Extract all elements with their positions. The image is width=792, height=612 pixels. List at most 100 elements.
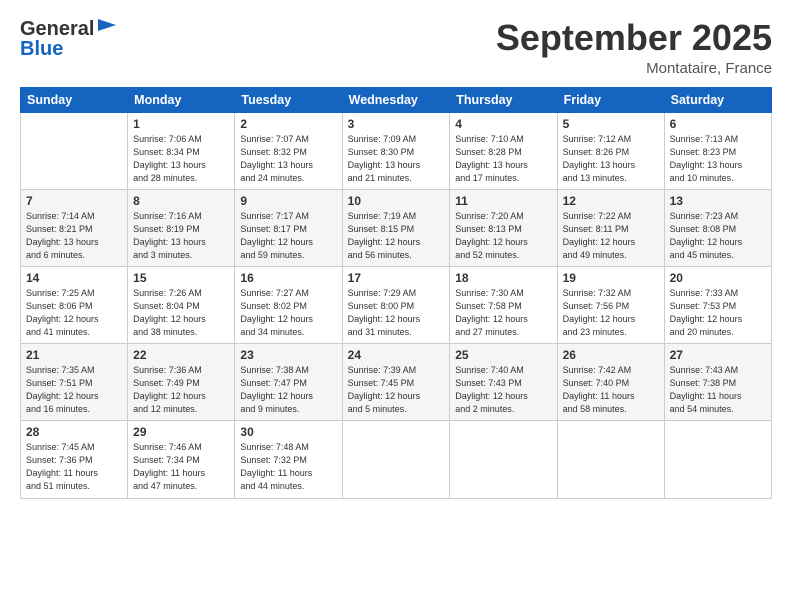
day-info: Sunrise: 7:42 AMSunset: 7:40 PMDaylight:… bbox=[563, 364, 659, 416]
calendar-cell: 21 Sunrise: 7:35 AMSunset: 7:51 PMDayligh… bbox=[21, 344, 128, 421]
day-number: 8 bbox=[133, 194, 229, 208]
calendar-cell: 13 Sunrise: 7:23 AMSunset: 8:08 PMDayligh… bbox=[664, 189, 771, 266]
calendar-cell bbox=[557, 421, 664, 498]
day-header-saturday: Saturday bbox=[664, 87, 771, 112]
day-info: Sunrise: 7:46 AMSunset: 7:34 PMDaylight:… bbox=[133, 441, 229, 493]
calendar-cell: 29 Sunrise: 7:46 AMSunset: 7:34 PMDayligh… bbox=[128, 421, 235, 498]
day-info: Sunrise: 7:14 AMSunset: 8:21 PMDaylight:… bbox=[26, 210, 122, 262]
day-number: 10 bbox=[348, 194, 445, 208]
day-info: Sunrise: 7:36 AMSunset: 7:49 PMDaylight:… bbox=[133, 364, 229, 416]
day-number: 7 bbox=[26, 194, 122, 208]
day-info: Sunrise: 7:33 AMSunset: 7:53 PMDaylight:… bbox=[670, 287, 766, 339]
calendar-cell: 27Sunrise: 7:43 AMSunset: 7:38 PMDayligh… bbox=[664, 344, 771, 421]
calendar-cell: 25 Sunrise: 7:40 AMSunset: 7:43 PMDayligh… bbox=[450, 344, 557, 421]
calendar-cell: 24 Sunrise: 7:39 AMSunset: 7:45 PMDayligh… bbox=[342, 344, 450, 421]
calendar-cell: 26Sunrise: 7:42 AMSunset: 7:40 PMDayligh… bbox=[557, 344, 664, 421]
day-info: Sunrise: 7:17 AMSunset: 8:17 PMDaylight:… bbox=[240, 210, 336, 262]
calendar-cell: 19 Sunrise: 7:32 AMSunset: 7:56 PMDayligh… bbox=[557, 266, 664, 343]
day-info: Sunrise: 7:45 AMSunset: 7:36 PMDaylight:… bbox=[26, 441, 122, 493]
week-row-4: 28 Sunrise: 7:45 AMSunset: 7:36 PMDayligh… bbox=[21, 421, 772, 498]
day-info: Sunrise: 7:20 AMSunset: 8:13 PMDaylight:… bbox=[455, 210, 551, 262]
calendar-cell: 30 Sunrise: 7:48 AMSunset: 7:32 PMDayligh… bbox=[235, 421, 342, 498]
calendar-cell: 8 Sunrise: 7:16 AMSunset: 8:19 PMDaylight… bbox=[128, 189, 235, 266]
day-info: Sunrise: 7:22 AMSunset: 8:11 PMDaylight:… bbox=[563, 210, 659, 262]
day-info: Sunrise: 7:40 AMSunset: 7:43 PMDaylight:… bbox=[455, 364, 551, 416]
week-row-0: 1 Sunrise: 7:06 AMSunset: 8:34 PMDaylight… bbox=[21, 112, 772, 189]
day-number: 30 bbox=[240, 425, 336, 439]
calendar-cell: 28 Sunrise: 7:45 AMSunset: 7:36 PMDayligh… bbox=[21, 421, 128, 498]
month-title: September 2025 bbox=[496, 18, 772, 58]
logo-icon bbox=[96, 17, 118, 39]
calendar-cell: 23Sunrise: 7:38 AMSunset: 7:47 PMDayligh… bbox=[235, 344, 342, 421]
day-info: Sunrise: 7:43 AMSunset: 7:38 PMDaylight:… bbox=[670, 364, 766, 416]
day-info: Sunrise: 7:23 AMSunset: 8:08 PMDaylight:… bbox=[670, 210, 766, 262]
calendar-cell: 6Sunrise: 7:13 AMSunset: 8:23 PMDaylight… bbox=[664, 112, 771, 189]
day-number: 1 bbox=[133, 117, 229, 131]
calendar-cell: 10 Sunrise: 7:19 AMSunset: 8:15 PMDayligh… bbox=[342, 189, 450, 266]
day-number: 9 bbox=[240, 194, 336, 208]
day-info: Sunrise: 7:26 AMSunset: 8:04 PMDaylight:… bbox=[133, 287, 229, 339]
calendar-cell: 9 Sunrise: 7:17 AMSunset: 8:17 PMDaylight… bbox=[235, 189, 342, 266]
day-number: 20 bbox=[670, 271, 766, 285]
day-info: Sunrise: 7:12 AMSunset: 8:26 PMDaylight:… bbox=[563, 133, 659, 185]
day-info: Sunrise: 7:48 AMSunset: 7:32 PMDaylight:… bbox=[240, 441, 336, 493]
calendar-cell: 22Sunrise: 7:36 AMSunset: 7:49 PMDayligh… bbox=[128, 344, 235, 421]
day-number: 18 bbox=[455, 271, 551, 285]
location: Montataire, France bbox=[496, 60, 772, 77]
calendar-cell: 1 Sunrise: 7:06 AMSunset: 8:34 PMDaylight… bbox=[128, 112, 235, 189]
calendar-cell bbox=[664, 421, 771, 498]
day-number: 21 bbox=[26, 348, 122, 362]
day-info: Sunrise: 7:39 AMSunset: 7:45 PMDaylight:… bbox=[348, 364, 445, 416]
calendar-cell: 12Sunrise: 7:22 AMSunset: 8:11 PMDayligh… bbox=[557, 189, 664, 266]
day-info: Sunrise: 7:09 AMSunset: 8:30 PMDaylight:… bbox=[348, 133, 445, 185]
day-number: 15 bbox=[133, 271, 229, 285]
logo-general-text: General bbox=[20, 18, 94, 40]
day-number: 11 bbox=[455, 194, 551, 208]
day-number: 19 bbox=[563, 271, 659, 285]
calendar-cell: 5 Sunrise: 7:12 AMSunset: 8:26 PMDaylight… bbox=[557, 112, 664, 189]
calendar-cell: 20 Sunrise: 7:33 AMSunset: 7:53 PMDayligh… bbox=[664, 266, 771, 343]
calendar-cell: 3Sunrise: 7:09 AMSunset: 8:30 PMDaylight… bbox=[342, 112, 450, 189]
day-number: 28 bbox=[26, 425, 122, 439]
day-info: Sunrise: 7:29 AMSunset: 8:00 PMDaylight:… bbox=[348, 287, 445, 339]
day-header-wednesday: Wednesday bbox=[342, 87, 450, 112]
day-number: 16 bbox=[240, 271, 336, 285]
day-number: 17 bbox=[348, 271, 445, 285]
day-header-thursday: Thursday bbox=[450, 87, 557, 112]
day-number: 5 bbox=[563, 117, 659, 131]
day-info: Sunrise: 7:32 AMSunset: 7:56 PMDaylight:… bbox=[563, 287, 659, 339]
calendar: SundayMondayTuesdayWednesdayThursdayFrid… bbox=[20, 87, 772, 499]
day-info: Sunrise: 7:27 AMSunset: 8:02 PMDaylight:… bbox=[240, 287, 336, 339]
day-info: Sunrise: 7:35 AMSunset: 7:51 PMDaylight:… bbox=[26, 364, 122, 416]
day-info: Sunrise: 7:16 AMSunset: 8:19 PMDaylight:… bbox=[133, 210, 229, 262]
week-row-3: 21 Sunrise: 7:35 AMSunset: 7:51 PMDayligh… bbox=[21, 344, 772, 421]
day-info: Sunrise: 7:19 AMSunset: 8:15 PMDaylight:… bbox=[348, 210, 445, 262]
calendar-cell bbox=[450, 421, 557, 498]
calendar-cell: 14Sunrise: 7:25 AMSunset: 8:06 PMDayligh… bbox=[21, 266, 128, 343]
day-info: Sunrise: 7:06 AMSunset: 8:34 PMDaylight:… bbox=[133, 133, 229, 185]
calendar-cell: 18 Sunrise: 7:30 AMSunset: 7:58 PMDayligh… bbox=[450, 266, 557, 343]
day-number: 25 bbox=[455, 348, 551, 362]
day-header-sunday: Sunday bbox=[21, 87, 128, 112]
calendar-cell: 7 Sunrise: 7:14 AMSunset: 8:21 PMDaylight… bbox=[21, 189, 128, 266]
calendar-cell bbox=[342, 421, 450, 498]
calendar-cell: 16 Sunrise: 7:27 AMSunset: 8:02 PMDayligh… bbox=[235, 266, 342, 343]
header: General Blue September 2025 Montataire, … bbox=[20, 18, 772, 77]
day-info: Sunrise: 7:30 AMSunset: 7:58 PMDaylight:… bbox=[455, 287, 551, 339]
title-block: September 2025 Montataire, France bbox=[496, 18, 772, 77]
calendar-cell: 2Sunrise: 7:07 AMSunset: 8:32 PMDaylight… bbox=[235, 112, 342, 189]
day-number: 29 bbox=[133, 425, 229, 439]
calendar-cell bbox=[21, 112, 128, 189]
week-row-1: 7 Sunrise: 7:14 AMSunset: 8:21 PMDaylight… bbox=[21, 189, 772, 266]
logo-blue-text: Blue bbox=[20, 38, 63, 60]
day-number: 13 bbox=[670, 194, 766, 208]
page: General Blue September 2025 Montataire, … bbox=[0, 0, 792, 511]
day-number: 2 bbox=[240, 117, 336, 131]
calendar-cell: 4Sunrise: 7:10 AMSunset: 8:28 PMDaylight… bbox=[450, 112, 557, 189]
day-info: Sunrise: 7:13 AMSunset: 8:23 PMDaylight:… bbox=[670, 133, 766, 185]
day-header-tuesday: Tuesday bbox=[235, 87, 342, 112]
calendar-header-row: SundayMondayTuesdayWednesdayThursdayFrid… bbox=[21, 87, 772, 112]
day-number: 14 bbox=[26, 271, 122, 285]
day-number: 24 bbox=[348, 348, 445, 362]
week-row-2: 14Sunrise: 7:25 AMSunset: 8:06 PMDayligh… bbox=[21, 266, 772, 343]
